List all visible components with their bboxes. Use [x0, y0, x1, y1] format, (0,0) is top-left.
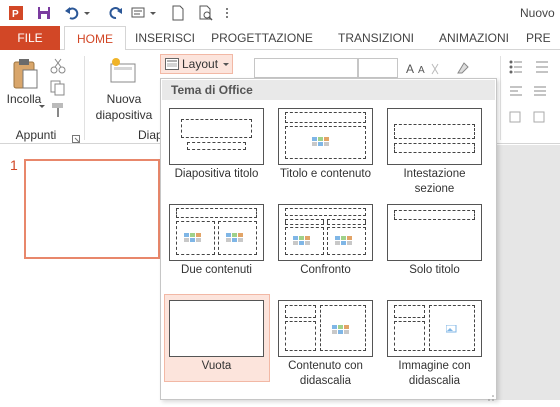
layout-gallery: Tema di Office Diapositiva titolo Titolo… — [160, 78, 497, 401]
layout-button[interactable]: Layout — [160, 54, 233, 74]
layout-caption: Immagine con didascalia — [398, 360, 471, 387]
layout-thumbnail — [387, 108, 482, 165]
layout-content-caption[interactable]: Contenuto con didascalia — [274, 295, 377, 387]
font-size-box[interactable] — [358, 58, 398, 78]
group-separator — [500, 56, 501, 140]
layout-two-content[interactable]: Due contenuti — [165, 199, 268, 287]
presentation-dropdown-icon[interactable] — [148, 3, 158, 23]
font-name-box[interactable] — [254, 58, 358, 78]
clipboard-group-label: Appunti — [15, 128, 57, 142]
layout-caption: Contenuto con didascalia — [288, 360, 363, 387]
ribbon-tabs: FILE HOME INSERISCI PROGETTAZIONE TRANSI… — [0, 26, 560, 51]
layout-title-content[interactable]: Titolo e contenuto — [274, 103, 377, 191]
undo-icon[interactable] — [62, 3, 82, 23]
tab-transitions[interactable]: TRANSIZIONI — [330, 26, 422, 50]
content-placeholder-icon — [335, 236, 352, 245]
layout-comparison[interactable]: Confronto — [274, 199, 377, 287]
undo-dropdown-icon[interactable] — [82, 3, 92, 23]
layout-thumbnail — [169, 204, 264, 261]
tab-file[interactable]: FILE — [0, 26, 60, 50]
layout-button-label: Layout — [182, 57, 219, 71]
content-placeholder-icon — [184, 233, 201, 242]
tab-home[interactable]: HOME — [64, 26, 126, 51]
layout-icon — [165, 58, 179, 70]
layout-thumbnail — [278, 300, 373, 357]
svg-text:A: A — [418, 65, 425, 76]
slide-thumbnail[interactable] — [24, 159, 160, 259]
content-placeholder-icon — [226, 233, 243, 242]
content-placeholder-icon — [293, 236, 310, 245]
new-slide-label-line1: Nuova — [106, 92, 142, 106]
tab-animations[interactable]: ANIMAZIONI — [430, 26, 518, 50]
new-slide-label-line2: diapositiva — [95, 108, 153, 122]
text-direction-icons[interactable] — [508, 110, 560, 126]
start-presentation-icon[interactable] — [128, 3, 148, 23]
layout-caption: Solo titolo — [409, 264, 460, 276]
paste-dropdown-icon[interactable] — [38, 98, 46, 108]
layout-caption: Intestazione sezione — [403, 168, 466, 195]
new-slide-button[interactable]: Nuova — [90, 92, 158, 106]
more-commands-icon[interactable] — [222, 3, 232, 23]
layout-thumbnail — [387, 204, 482, 261]
layout-thumbnail — [278, 204, 373, 261]
tab-design[interactable]: PROGETTAZIONE — [210, 26, 314, 50]
tab-insert[interactable]: INSERISCI — [128, 26, 202, 50]
layout-caption: Due contenuti — [181, 264, 252, 276]
tab-slideshow[interactable]: PRE — [526, 26, 560, 50]
document-title: Nuovo — [520, 6, 555, 20]
svg-text:A: A — [406, 62, 414, 76]
new-slide-icon[interactable] — [108, 56, 138, 86]
slide-thumbnails-pane[interactable]: 1 — [0, 145, 160, 400]
font-grow-icons[interactable]: AA — [404, 60, 448, 76]
layout-caption: Titolo e contenuto — [280, 168, 371, 180]
app-icon[interactable]: P — [6, 3, 26, 23]
layout-caption: Confronto — [300, 264, 351, 276]
group-separator — [84, 56, 85, 140]
save-icon[interactable] — [34, 3, 54, 23]
bullets-icons[interactable] — [508, 58, 560, 74]
layout-picture-caption[interactable]: Immagine con didascalia — [383, 295, 486, 387]
quick-access-toolbar: P Nuovo — [0, 0, 560, 26]
resize-grip-icon[interactable] — [487, 389, 495, 401]
content-placeholder-icon — [332, 325, 349, 334]
cut-icon[interactable] — [50, 58, 66, 74]
layout-dropdown-icon — [223, 63, 229, 66]
layout-thumbnail — [169, 300, 264, 357]
layout-thumbnail — [387, 300, 482, 357]
slides-group-label: Diap — [138, 128, 160, 142]
slide-number: 1 — [10, 157, 18, 173]
svg-text:P: P — [12, 9, 19, 20]
layout-thumbnail — [278, 108, 373, 165]
new-document-icon[interactable] — [168, 3, 188, 23]
layout-caption: Diapositiva titolo — [174, 168, 259, 180]
content-placeholder-icon — [312, 137, 329, 146]
redo-icon[interactable] — [106, 3, 126, 23]
layout-section-header[interactable]: Intestazione sezione — [383, 103, 486, 195]
clear-format-icon[interactable] — [455, 60, 471, 76]
gallery-header: Tema di Office — [162, 80, 495, 100]
layout-title-slide[interactable]: Diapositiva titolo — [165, 103, 268, 191]
layout-caption: Vuota — [201, 360, 232, 372]
layout-blank[interactable]: Vuota — [164, 294, 270, 382]
format-painter-icon[interactable] — [50, 102, 66, 118]
layout-title-only[interactable]: Solo titolo — [383, 199, 486, 287]
paragraph-icons[interactable] — [508, 84, 560, 100]
picture-placeholder-icon — [446, 325, 457, 333]
paste-icon[interactable] — [12, 58, 38, 94]
layout-thumbnail — [169, 108, 264, 165]
print-preview-icon[interactable] — [196, 3, 216, 23]
clipboard-launcher-icon[interactable] — [72, 130, 80, 143]
copy-icon[interactable] — [50, 80, 66, 96]
